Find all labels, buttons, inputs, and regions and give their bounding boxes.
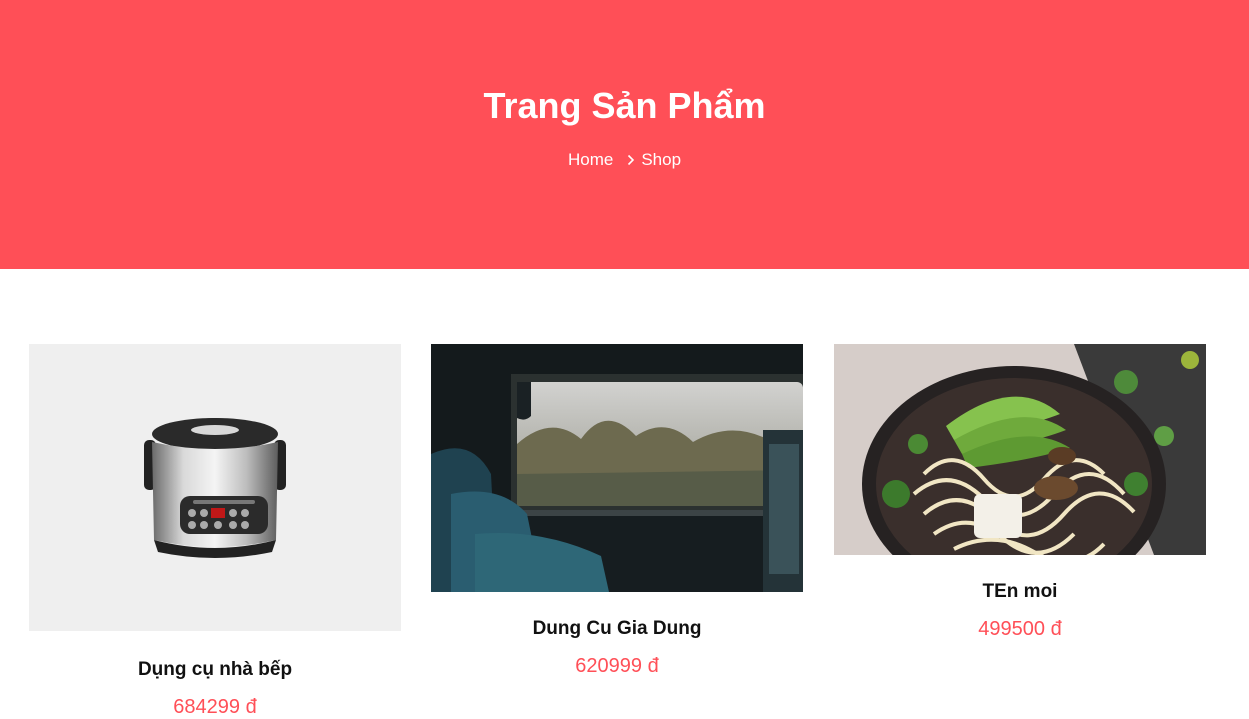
breadcrumb-current: Shop [641, 150, 682, 169]
product-price: 620999 đ [575, 655, 659, 677]
product-name[interactable]: Dung Cu Gia Dung [431, 617, 803, 641]
product-image-link[interactable] [834, 344, 1206, 555]
product-name[interactable]: Dụng cụ nhà bếp [29, 658, 401, 682]
product-price: 684299 đ [173, 696, 257, 718]
product-card: Dụng cụ nhà bếp 684299 đ [29, 344, 401, 719]
page-banner: Trang Sản Phẩm Home Shop [0, 0, 1249, 269]
breadcrumb: Home Shop [0, 149, 1249, 171]
rice-cooker-image [29, 344, 401, 631]
product-image-link[interactable] [29, 344, 401, 631]
train-window-image [431, 344, 803, 592]
product-card: Dung Cu Gia Dung 620999 đ [431, 344, 803, 678]
product-price: 499500 đ [978, 618, 1062, 640]
product-image-link[interactable] [431, 344, 803, 592]
product-name[interactable]: TEn moi [834, 580, 1206, 604]
page-title: Trang Sản Phẩm [483, 85, 766, 126]
noodle-bowl-image [834, 344, 1206, 555]
chevron-right-icon [627, 154, 635, 166]
product-card: TEn moi 499500 đ [834, 344, 1206, 641]
breadcrumb-home-link[interactable]: Home [568, 149, 613, 171]
